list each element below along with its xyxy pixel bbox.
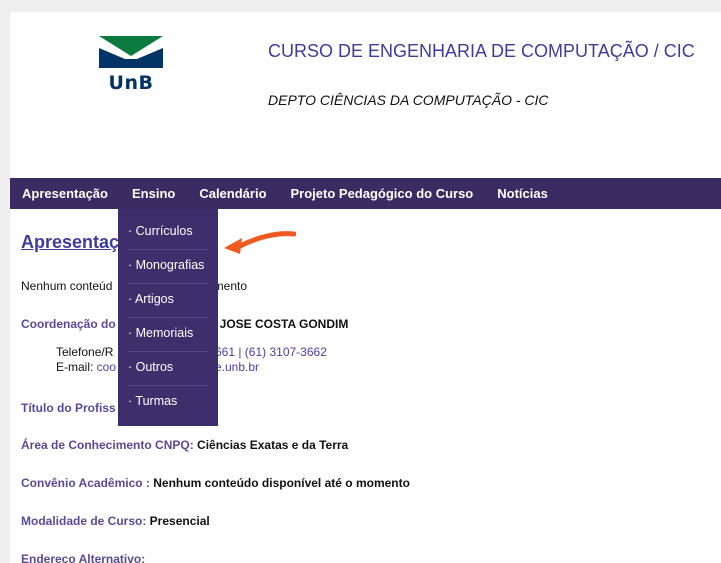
titulo-label: Título do Profiss (21, 401, 116, 415)
area-line: Área de Conhecimento CNPQ: Ciências Exat… (21, 438, 348, 452)
main-navbar: Apresentação Ensino Calendário Projeto P… (10, 178, 721, 209)
email-link-right[interactable]: e.unb.br (215, 360, 259, 374)
email-label: E-mail: (56, 360, 97, 374)
coordenacao-line: Coordenação do O JOSE COSTA GONDIM (21, 317, 348, 331)
titulo-line: Título do Profiss (21, 401, 116, 415)
phone-line: Telefone/R 661 | (61) 3107-3662 (56, 345, 327, 359)
menu-item-turmas[interactable]: · Turmas (128, 387, 208, 419)
area-value: Ciências Exatas e da Terra (193, 438, 349, 452)
nav-item-projeto-pedagogico[interactable]: Projeto Pedagógico do Curso (279, 178, 486, 209)
nav-item-calendario[interactable]: Calendário (187, 178, 278, 209)
endereco-line: Endereço Alternativo: (21, 552, 145, 563)
intro-line: Nenhum conteúd momento (21, 279, 247, 293)
page-title[interactable]: Apresentaç (21, 232, 119, 253)
pointer-arrow-icon (224, 231, 296, 254)
modalidade-line: Modalidade de Curso: Presencial (21, 514, 210, 528)
email-line: E-mail: coo e.unb.br (56, 360, 259, 374)
endereco-label: Endereço Alternativo: (21, 552, 146, 563)
dept-title: DEPTO CIÊNCIAS DA COMPUTAÇÃO - CIC (268, 92, 549, 108)
coordenacao-value: O JOSE COSTA GONDIM (207, 317, 349, 331)
course-title[interactable]: CURSO DE ENGENHARIA DE COMPUTAÇÃO / CIC (268, 41, 695, 62)
menu-item-curriculos[interactable]: · Currículos (128, 217, 208, 250)
unb-logo[interactable]: UnB (96, 34, 166, 94)
ensino-dropdown-menu: · Currículos · Monografias · Artigos · M… (118, 209, 218, 426)
menu-item-monografias[interactable]: · Monografias (128, 251, 208, 284)
coordenacao-label: Coordenação do (21, 317, 116, 331)
modalidade-value: Presencial (146, 514, 210, 528)
page: UnB CURSO DE ENGENHARIA DE COMPUTAÇÃO / … (10, 12, 721, 563)
nav-item-noticias[interactable]: Notícias (485, 178, 560, 209)
menu-item-outros[interactable]: · Outros (128, 353, 208, 386)
logo-text: UnB (108, 72, 154, 94)
unb-logo-mark-icon (99, 36, 163, 68)
menu-item-artigos[interactable]: · Artigos (128, 285, 208, 318)
intro-text-left: Nenhum conteúd (21, 279, 113, 293)
phone-value: 661 | (61) 3107-3662 (215, 345, 327, 359)
convenio-line: Convênio Acadêmico : Nenhum conteúdo dis… (21, 476, 410, 490)
nav-item-apresentacao[interactable]: Apresentação (10, 178, 120, 209)
convenio-label: Convênio Acadêmico : (21, 476, 150, 490)
area-label: Área de Conhecimento CNPQ: (21, 438, 194, 452)
phone-label: Telefone/R (56, 345, 114, 359)
convenio-value: Nenhum conteúdo disponível até o momento (149, 476, 410, 490)
nav-item-ensino[interactable]: Ensino (119, 178, 188, 209)
menu-item-memoriais[interactable]: · Memoriais (128, 319, 208, 352)
email-link-left[interactable]: coo (97, 360, 116, 374)
modalidade-label: Modalidade de Curso: (21, 514, 147, 528)
